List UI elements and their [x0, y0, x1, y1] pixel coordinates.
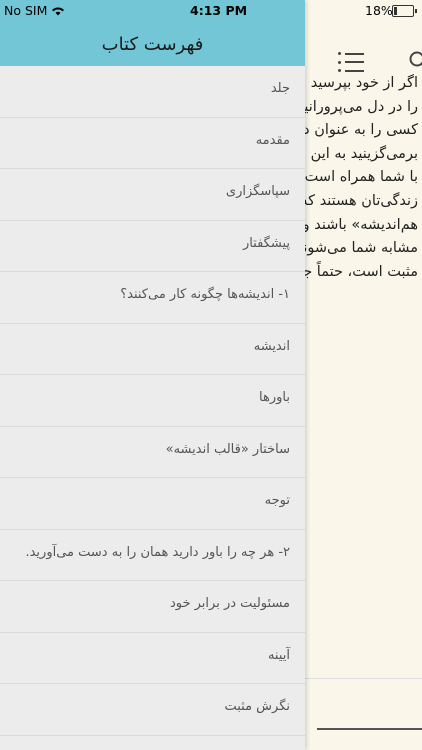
toc-item-label: نگرش مثبت — [224, 699, 290, 714]
text-line: با شما همراه است؟ آیا کسانی در — [305, 169, 418, 186]
toc-item-label: ۲- هر چه را باور دارید همان را به دست می… — [25, 544, 290, 560]
search-icon[interactable] — [409, 51, 422, 71]
book-text: اگر از خود بپرسید چه آرزویی را در دل می‌پ… — [305, 72, 418, 284]
carrier-label: No SIM — [4, 3, 65, 18]
text-line: زندگی‌تان هستند که آنها «همفکر و — [305, 192, 418, 209]
toc-item[interactable]: مقدمه — [0, 118, 305, 169]
battery-percent: 18% — [365, 3, 393, 18]
reader-footer-divider — [305, 678, 422, 679]
toc-item[interactable]: مسئولیت در برابر خود — [0, 581, 305, 633]
wifi-icon — [52, 7, 65, 16]
toc-item-label: ساختار «قالب اندیشه» — [165, 441, 290, 457]
toc-item-label: اندیشه — [253, 338, 290, 354]
list-menu-icon[interactable] — [338, 52, 364, 72]
toc-item-label: مسئولیت در برابر خود — [169, 596, 290, 611]
text-line: را در دل می‌پرورانید!»، آیا شما — [305, 98, 418, 115]
toc-item-label: آیینه — [267, 647, 290, 663]
toc-item-label: جلد — [270, 81, 290, 96]
toc-item[interactable]: اندیشه — [0, 324, 305, 375]
toc-item[interactable]: ۱- اندیشه‌ها چگونه کار می‌کنند؟ — [0, 272, 305, 324]
toc-item[interactable]: توجه — [0, 478, 305, 530]
toc-item[interactable]: جلد — [0, 66, 305, 118]
toc-item[interactable]: ۲- هر چه را باور دارید همان را به دست می… — [0, 530, 305, 581]
text-line: برمی‌گزینید به این خاطر این‌که — [305, 145, 418, 162]
text-line: کسی را به عنوان دوست نزدیک — [305, 122, 418, 139]
toc-item[interactable]: آیینه — [0, 633, 305, 684]
toc-item[interactable]: پیشگفتار — [0, 221, 305, 272]
battery-icon — [392, 5, 417, 17]
toc-item-label: ۱- اندیشه‌ها چگونه کار می‌کنند؟ — [120, 287, 290, 302]
reader-pane[interactable]: اگر از خود بپرسید چه آرزویی را در دل می‌پ… — [305, 0, 422, 750]
status-bar: No SIM 4:13 PM 18% — [0, 0, 422, 20]
text-line: مشابه شما می‌شوند. اگر پاسخ — [305, 240, 418, 257]
toc-item-label: پیشگفتار — [242, 235, 290, 251]
toc-item-label: توجه — [264, 493, 290, 508]
toc-item[interactable]: باورها — [0, 375, 305, 427]
text-line: هم‌اندیشه» باشند و جذب ارتعاشات — [305, 216, 418, 233]
toc-item-label: باورها — [259, 390, 290, 405]
toc-title: فهرست کتاب — [101, 34, 204, 55]
toc-item[interactable]: ترس‌ها — [0, 736, 305, 750]
clock: 4:13 PM — [190, 3, 248, 18]
toc-item[interactable]: ساختار «قالب اندیشه» — [0, 427, 305, 478]
text-line: مثبت است، حتماً جزء یکی از — [305, 263, 418, 280]
toc-list: جلد مقدمه سپاسگزاری پیشگفتار ۱- اندیشه‌ها چگ… — [0, 66, 305, 750]
reader-toolbar — [305, 20, 422, 72]
page-progress-line — [317, 728, 422, 730]
toc-item[interactable]: نگرش مثبت — [0, 684, 305, 736]
text-line: اگر از خود بپرسید چه آرزویی — [305, 75, 418, 91]
carrier-text: No SIM — [4, 3, 48, 18]
toc-item[interactable]: سپاسگزاری — [0, 169, 305, 221]
toc-item-label: مقدمه — [255, 132, 290, 148]
toc-item-label: سپاسگزاری — [225, 184, 290, 199]
table-of-contents-panel: فهرست کتاب جلد مقدمه سپاسگزاری پیشگفتار ۱- ا… — [0, 0, 305, 750]
